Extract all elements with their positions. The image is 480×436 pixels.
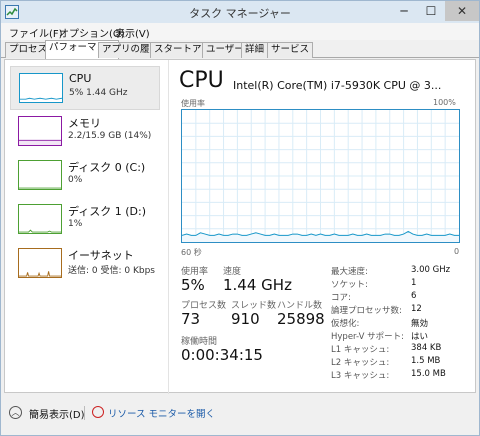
sidebar-item-cpu[interactable]: CPU 5% 1.44 GHz bbox=[10, 66, 160, 110]
ethernet-sparkline bbox=[18, 248, 62, 278]
sidebar-item-label: イーサネット bbox=[68, 249, 134, 262]
thread-count-value: 910 bbox=[231, 310, 260, 328]
menu-view[interactable]: 表示(V) bbox=[115, 25, 150, 40]
uptime-value: 0:00:34:15 bbox=[181, 346, 263, 364]
maximize-button[interactable]: ☐ bbox=[418, 1, 444, 21]
graph-label-usage: 使用率 bbox=[181, 99, 205, 108]
spec-label: ソケット: bbox=[331, 280, 368, 290]
resource-monitor-icon bbox=[92, 406, 104, 418]
close-button[interactable]: ✕ bbox=[445, 1, 479, 21]
footer-bar: ︿ 簡易表示(D) リソース モニターを開く bbox=[1, 394, 479, 435]
spec-value: 1.5 MB bbox=[411, 356, 441, 366]
menu-bar: ファイル(F) オプション(O) 表示(V) bbox=[1, 23, 479, 40]
sidebar-item-ethernet[interactable]: イーサネット 送信: 0 受信: 0 Kbps bbox=[10, 242, 160, 286]
spec-value: 無効 bbox=[411, 319, 429, 329]
tab-details[interactable]: 詳細 bbox=[241, 42, 269, 58]
spec-value: 384 KB bbox=[411, 343, 442, 353]
sidebar-item-label: ディスク 1 (D:) bbox=[68, 205, 146, 218]
page-title: CPU bbox=[179, 68, 224, 93]
spec-label: 最大速度: bbox=[331, 267, 368, 277]
sidebar-item-value: 2.2/15.9 GB (14%) bbox=[68, 131, 152, 141]
title-bar[interactable]: タスク マネージャー ─ ☐ ✕ bbox=[1, 1, 479, 23]
cpu-usage-graph-svg bbox=[181, 110, 459, 242]
sidebar-item-disk1[interactable]: ディスク 1 (D:) 1% bbox=[10, 198, 160, 242]
fewer-details-label: 簡易表示(D) bbox=[29, 410, 85, 421]
graph-time-end: 0 bbox=[454, 247, 460, 256]
open-resource-monitor-label: リソース モニターを開く bbox=[108, 409, 216, 420]
memory-sparkline bbox=[18, 116, 62, 146]
disk0-sparkline bbox=[18, 160, 62, 190]
performance-panel: CPU 5% 1.44 GHz メモリ 2.2/15.9 GB (14%) ディ… bbox=[4, 59, 476, 394]
chevron-up-icon: ︿ bbox=[9, 406, 22, 419]
sidebar-item-label: メモリ bbox=[68, 117, 101, 130]
panel-divider bbox=[168, 60, 169, 394]
cpu-sparkline bbox=[19, 73, 63, 103]
spec-label: L1 キャッシュ: bbox=[331, 345, 390, 355]
disk1-sparkline bbox=[18, 204, 62, 234]
spec-value: 12 bbox=[411, 304, 422, 314]
spec-label: L3 キャッシュ: bbox=[331, 371, 390, 381]
handle-count-value: 25898 bbox=[277, 310, 325, 328]
process-count-value: 73 bbox=[181, 310, 201, 328]
cpu-model-name: Intel(R) Core(TM) i7-5930K CPU @ 3... bbox=[233, 79, 442, 92]
usage-value: 5% bbox=[181, 276, 205, 294]
spec-label: Hyper-V サポート: bbox=[331, 332, 404, 342]
sidebar-item-label: CPU bbox=[69, 72, 92, 85]
cpu-usage-graph bbox=[181, 109, 460, 243]
sidebar-item-value: 1% bbox=[68, 219, 83, 229]
graph-label-max: 100% bbox=[433, 98, 456, 107]
footer-separator bbox=[84, 406, 85, 420]
tab-strip: プロセス パフォーマンス アプリの履歴 スタートアップ ユーザー 詳細 サービス bbox=[1, 40, 479, 59]
sidebar-item-value: 送信: 0 受信: 0 Kbps bbox=[68, 266, 155, 276]
spec-value: 1 bbox=[411, 278, 417, 288]
speed-value: 1.44 GHz bbox=[223, 276, 292, 294]
minimize-button[interactable]: ─ bbox=[391, 1, 417, 21]
spec-label: 論理プロセッサ数: bbox=[331, 306, 402, 316]
spec-label: L2 キャッシュ: bbox=[331, 358, 390, 368]
sidebar-item-value: 5% 1.44 GHz bbox=[69, 88, 128, 98]
tab-services[interactable]: サービス bbox=[267, 42, 314, 58]
graph-time-start: 60 秒 bbox=[181, 248, 202, 257]
sidebar-item-label: ディスク 0 (C:) bbox=[68, 161, 146, 174]
spec-value: 3.00 GHz bbox=[411, 265, 451, 275]
task-manager-window: タスク マネージャー ─ ☐ ✕ ファイル(F) オプション(O) 表示(V) … bbox=[0, 0, 480, 436]
menu-file[interactable]: ファイル(F) bbox=[9, 25, 63, 40]
spec-value: 15.0 MB bbox=[411, 369, 446, 379]
spec-value: はい bbox=[411, 332, 429, 342]
spec-label: 仮想化: bbox=[331, 319, 360, 329]
sidebar-item-memory[interactable]: メモリ 2.2/15.9 GB (14%) bbox=[10, 110, 160, 154]
sidebar-item-disk0[interactable]: ディスク 0 (C:) 0% bbox=[10, 154, 160, 198]
sidebar-item-value: 0% bbox=[68, 175, 83, 185]
spec-value: 6 bbox=[411, 291, 417, 301]
spec-label: コア: bbox=[331, 293, 351, 303]
